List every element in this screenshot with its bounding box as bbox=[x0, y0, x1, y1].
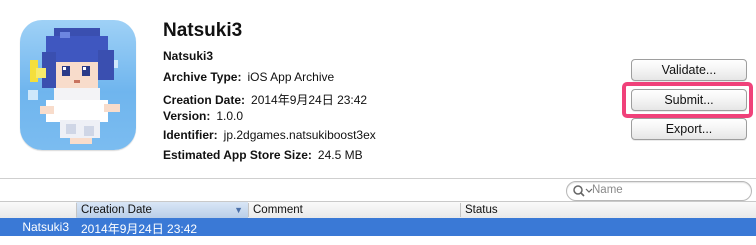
detail-row-version: Version: 1.0.0 bbox=[163, 109, 243, 123]
detail-label: Identifier: bbox=[163, 128, 218, 142]
table-row[interactable]: Natsuki3 2014年9月24日 23:42 bbox=[0, 218, 756, 236]
detail-label: Archive Type: bbox=[163, 70, 242, 84]
search-placeholder: Name bbox=[592, 184, 623, 196]
archive-title: Natsuki3 bbox=[163, 20, 243, 41]
column-separator bbox=[248, 203, 249, 217]
export-button[interactable]: Export... bbox=[631, 118, 747, 140]
section-divider bbox=[0, 178, 756, 179]
detail-value: 1.0.0 bbox=[216, 109, 244, 123]
detail-row-creation-date: Creation Date: 2014年9月24日 23:42 bbox=[163, 91, 367, 108]
column-header-comment[interactable]: Comment bbox=[253, 203, 303, 217]
column-header-creation-date[interactable]: Creation Date ▼ bbox=[76, 202, 248, 218]
app-icon bbox=[20, 20, 136, 150]
detail-row-app-store-size: Estimated App Store Size: 24.5 MB bbox=[163, 148, 363, 162]
detail-label: Natsuki3 bbox=[163, 49, 214, 63]
column-header-label: Creation Date bbox=[81, 204, 152, 216]
column-separator bbox=[76, 203, 77, 217]
detail-row-archive-type: Archive Type: iOS App Archive bbox=[163, 70, 334, 84]
table-header: Creation Date ▼ Comment Status bbox=[0, 201, 756, 219]
detail-label: Version: bbox=[163, 109, 211, 123]
detail-value: jp.2dgames.natsukiboost3ex bbox=[223, 128, 376, 142]
detail-label: Estimated App Store Size: bbox=[163, 148, 312, 162]
column-header-status[interactable]: Status bbox=[465, 203, 498, 217]
submit-button[interactable]: Submit... bbox=[631, 89, 747, 111]
detail-value: 24.5 MB bbox=[317, 148, 363, 162]
cell-name: Natsuki3 bbox=[22, 220, 69, 234]
detail-label: Creation Date: bbox=[163, 93, 246, 107]
detail-row-identifier: Identifier: jp.2dgames.natsukiboost3ex bbox=[163, 128, 376, 142]
column-separator bbox=[460, 203, 461, 217]
validate-button[interactable]: Validate... bbox=[631, 59, 747, 81]
detail-row-name: Natsuki3 bbox=[163, 49, 219, 63]
cell-creation-date: 2014年9月24日 23:42 bbox=[81, 222, 198, 236]
sort-descending-icon: ▼ bbox=[234, 205, 243, 215]
detail-value: 2014年9月24日 23:42 bbox=[251, 93, 368, 107]
detail-value: iOS App Archive bbox=[247, 70, 335, 84]
search-field[interactable]: Name bbox=[566, 181, 752, 201]
